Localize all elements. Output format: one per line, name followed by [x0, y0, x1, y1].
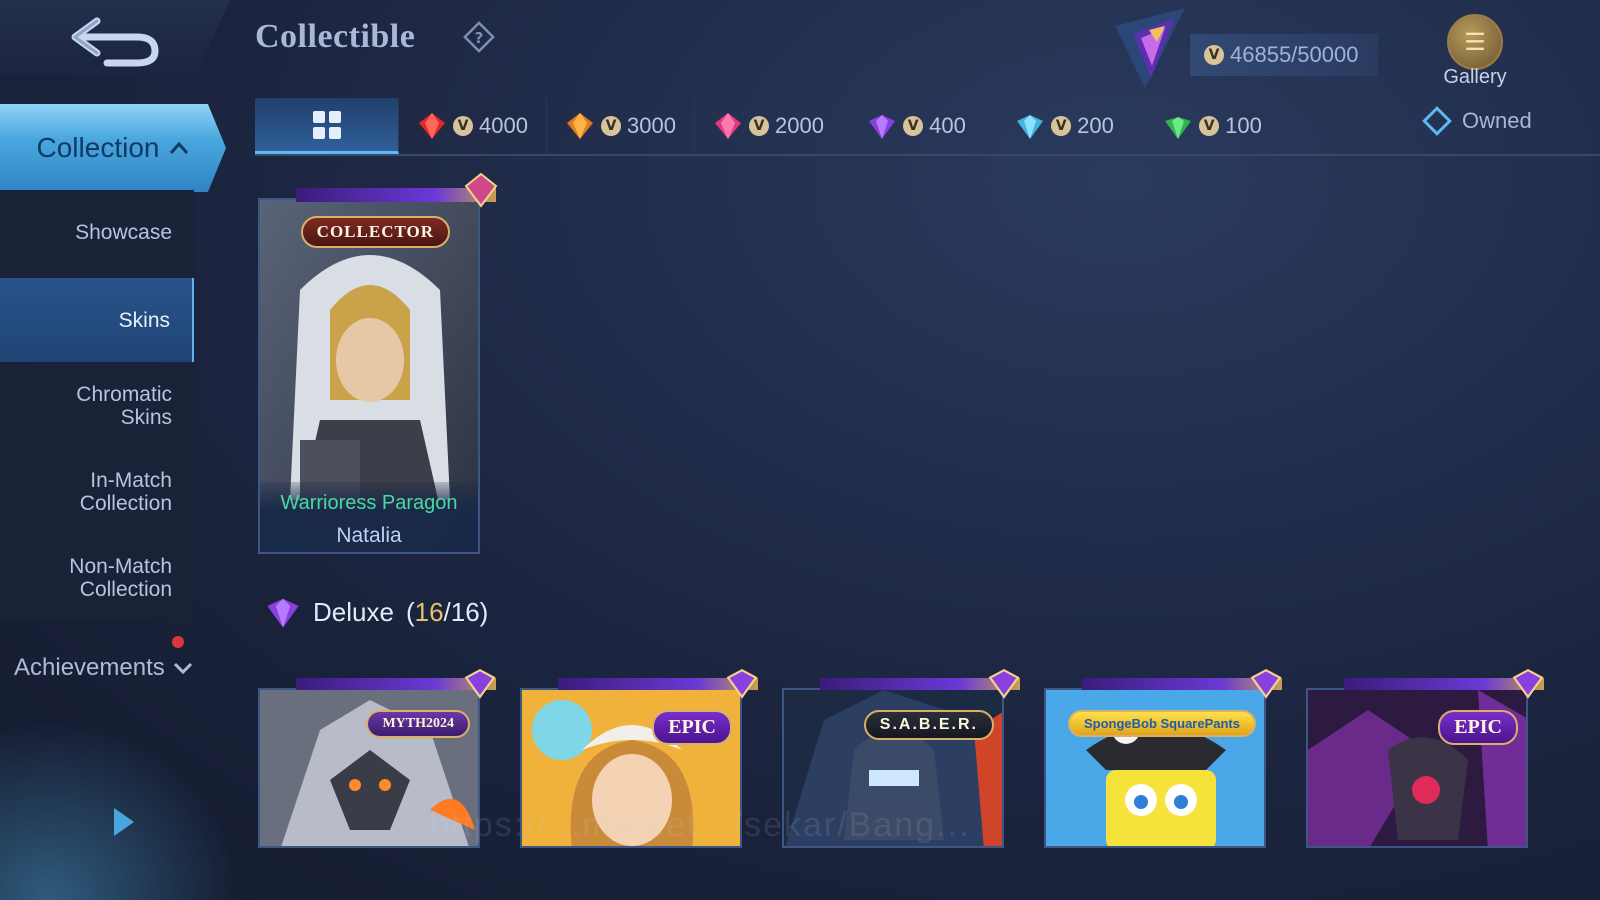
help-diamond-icon[interactable]: ?	[462, 20, 496, 54]
tab-tier-100[interactable]: V 100	[1139, 98, 1287, 154]
purple-gem-corner-icon	[1250, 668, 1282, 699]
gallery-label: Gallery	[1443, 66, 1507, 88]
section-name: Deluxe	[313, 596, 394, 627]
orange-gem-icon	[567, 113, 594, 139]
skin-badge: MYTH2024	[366, 710, 470, 738]
tab-tier-4000[interactable]: V 4000	[399, 98, 547, 154]
tab-value: 400	[929, 113, 966, 138]
points-value: 46855/50000	[1230, 42, 1359, 67]
sidebar-item-label: Skins	[118, 308, 170, 332]
sidebar-item-in-match-collection[interactable]: In-Match Collection	[0, 450, 194, 534]
collection-label: Collection	[36, 132, 160, 163]
section-count: (16/16)	[406, 597, 488, 628]
coin-icon: V	[1199, 116, 1220, 136]
sidebar-item-label: Non-Match Collection	[69, 555, 172, 601]
hero-name: Natalia	[336, 524, 402, 547]
pink-gem-icon	[715, 113, 742, 139]
card-caption: Warrioress Paragon Natalia	[260, 482, 478, 552]
purple-gem-corner-icon	[464, 668, 496, 699]
sidebar-collection-tab[interactable]: Collection	[0, 104, 226, 192]
purple-gem-corner-icon	[1512, 668, 1544, 699]
tab-tier-200[interactable]: V 200	[991, 98, 1139, 154]
coin-icon: V	[1051, 116, 1072, 136]
tab-value: 2000	[775, 113, 824, 138]
svg-text:?: ?	[475, 29, 484, 47]
purple-gem-icon	[869, 115, 896, 139]
section-count-open: (	[405, 596, 415, 627]
tab-value: 100	[1225, 113, 1262, 138]
coin-icon: V	[601, 116, 622, 136]
sidebar: Collection Showcase Skins Chromatic Skin…	[0, 100, 240, 900]
skin-badge: EPIC	[1438, 710, 1518, 745]
sidebar-item-non-match-collection[interactable]: Non-Match Collection	[0, 536, 194, 620]
achievements-label: Achievements	[14, 654, 165, 681]
owned-diamond-icon	[1422, 106, 1452, 136]
skin-badge: SpongeBob SquarePants	[1067, 710, 1256, 737]
tab-value: 4000	[479, 113, 528, 138]
coin-icon: V	[749, 116, 770, 136]
page-title: Collectible	[255, 18, 416, 55]
deluxe-skin-card[interactable]: SpongeBob SquarePants	[1044, 688, 1266, 848]
rarity-tabs: V 4000 V 3000 V 2000 V 400 V 200 V 100	[255, 98, 1600, 156]
notification-dot	[172, 636, 184, 648]
tab-tier-3000[interactable]: V 3000	[547, 98, 695, 154]
grid-icon	[312, 110, 341, 139]
tab-all[interactable]	[255, 98, 399, 154]
sidebar-item-skins[interactable]: Skins	[0, 278, 194, 362]
gallery-book-icon: ☰	[1447, 14, 1503, 70]
sidebar-item-chromatic-skins[interactable]: Chromatic Skins	[0, 364, 194, 448]
expand-arrow-icon[interactable]	[114, 808, 134, 836]
purple-gem-corner-icon	[988, 668, 1020, 699]
skin-badge: EPIC	[652, 710, 732, 745]
tab-value: 200	[1077, 113, 1114, 138]
sidebar-achievements[interactable]: Achievements	[14, 648, 214, 688]
section-count-current: 16	[414, 596, 444, 627]
sidebar-item-showcase[interactable]: Showcase	[0, 190, 194, 274]
collector-badge: COLLECTOR	[300, 216, 450, 248]
owned-filter[interactable]: Owned	[1422, 106, 1532, 136]
tab-tier-2000[interactable]: V 2000	[695, 98, 843, 154]
owned-label: Owned	[1462, 108, 1532, 133]
back-button[interactable]	[60, 8, 170, 74]
collection-points: V 46855/50000	[1190, 34, 1378, 76]
purple-gem-icon	[267, 598, 299, 628]
back-arrow-icon	[71, 17, 159, 67]
section-title-deluxe: Deluxe (16/16)	[265, 594, 488, 630]
tab-tier-400[interactable]: V 400	[843, 98, 991, 154]
coin-icon: V	[903, 116, 924, 136]
sidebar-item-label: Showcase	[75, 220, 172, 244]
purple-gem-corner-icon	[726, 668, 758, 699]
featured-skin-card[interactable]: Warrioress Paragon Natalia COLLECTOR	[258, 198, 480, 554]
red-gem-icon	[419, 113, 446, 139]
chevron-down-icon	[173, 662, 192, 675]
featured-gem-corner-icon	[464, 172, 498, 208]
tab-value: 3000	[627, 113, 676, 138]
sidebar-item-label: Chromatic Skins	[76, 383, 172, 429]
skin-badge: S.A.B.E.R.	[863, 710, 994, 740]
blue-gem-icon	[1017, 115, 1044, 139]
watermark: https://...market.../sekar/Bang...	[430, 806, 971, 844]
deluxe-skin-card[interactable]: EPIC	[1306, 688, 1528, 848]
chevron-up-icon	[170, 141, 189, 154]
green-gem-icon	[1165, 117, 1192, 139]
coin-icon: V	[1204, 45, 1224, 65]
coin-icon: V	[453, 116, 474, 136]
sidebar-item-label: In-Match Collection	[79, 469, 172, 515]
gallery-button[interactable]: ☰ Gallery	[1430, 14, 1520, 94]
section-count-total: /16)	[443, 596, 489, 627]
skin-name: Warrioress Paragon	[280, 492, 458, 514]
